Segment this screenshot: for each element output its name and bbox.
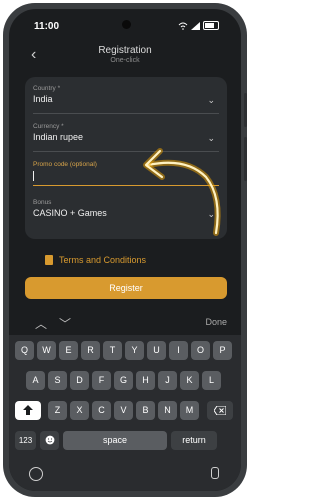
status-icons bbox=[178, 21, 219, 30]
wifi-icon bbox=[178, 22, 188, 30]
key[interactable]: U bbox=[147, 341, 166, 360]
done-button[interactable]: Done bbox=[205, 317, 227, 327]
page-subtitle: One-click bbox=[110, 57, 140, 64]
shift-key[interactable] bbox=[15, 401, 41, 420]
side-button bbox=[244, 137, 247, 181]
country-select[interactable]: Country * India ⌄ bbox=[33, 85, 219, 114]
currency-select[interactable]: Currency * Indian rupee ⌄ bbox=[33, 123, 219, 152]
key[interactable]: H bbox=[136, 371, 155, 390]
key[interactable]: K bbox=[180, 371, 199, 390]
page-title: Registration bbox=[98, 45, 152, 56]
currency-label: Currency * bbox=[33, 123, 64, 130]
chevron-down-icon: ⌄ bbox=[207, 133, 215, 143]
currency-value: Indian rupee bbox=[33, 132, 84, 142]
key[interactable]: Y bbox=[125, 341, 144, 360]
key[interactable]: E bbox=[59, 341, 78, 360]
key[interactable]: D bbox=[70, 371, 89, 390]
key[interactable]: C bbox=[92, 401, 111, 420]
key[interactable]: S bbox=[48, 371, 67, 390]
field-underline bbox=[33, 113, 219, 114]
register-button[interactable]: Register bbox=[25, 277, 227, 299]
country-label: Country * bbox=[33, 85, 61, 92]
chevron-down-icon: ⌄ bbox=[207, 95, 215, 105]
side-button bbox=[244, 93, 247, 127]
text-cursor bbox=[33, 171, 34, 181]
key[interactable]: P bbox=[213, 341, 232, 360]
signal-icon bbox=[191, 21, 200, 30]
key[interactable]: W bbox=[37, 341, 56, 360]
emoji-key[interactable] bbox=[40, 431, 59, 450]
document-icon bbox=[45, 255, 53, 265]
space-key[interactable]: space bbox=[63, 431, 167, 450]
key[interactable]: V bbox=[114, 401, 133, 420]
key[interactable]: X bbox=[70, 401, 89, 420]
backspace-icon bbox=[213, 405, 227, 416]
camera-punch-hole bbox=[122, 20, 131, 29]
mic-icon[interactable] bbox=[211, 467, 219, 479]
key[interactable]: M bbox=[180, 401, 199, 420]
key[interactable]: J bbox=[158, 371, 177, 390]
glowing-arrow bbox=[143, 148, 221, 236]
key[interactable]: I bbox=[169, 341, 188, 360]
screen: 11:00 ‹ Registration One-click Country *… bbox=[9, 9, 241, 491]
top-bar: ‹ Registration One-click bbox=[9, 39, 241, 73]
globe-icon[interactable] bbox=[29, 467, 43, 481]
keyboard: Q W E R T Y U I O P A S D F G H J K L Z … bbox=[9, 335, 241, 491]
status-bar: 11:00 bbox=[9, 9, 241, 35]
key[interactable]: A bbox=[26, 371, 45, 390]
keyboard-accessory-bar: ︿ ﹀ Done bbox=[9, 315, 241, 333]
key[interactable]: G bbox=[114, 371, 133, 390]
country-value: India bbox=[33, 94, 53, 104]
phone-frame: 11:00 ‹ Registration One-click Country *… bbox=[3, 3, 247, 497]
arrow-down-icon[interactable]: ﹀ bbox=[59, 315, 71, 332]
return-key[interactable]: return bbox=[171, 431, 217, 450]
key[interactable]: Z bbox=[48, 401, 67, 420]
key[interactable]: N bbox=[158, 401, 177, 420]
key[interactable]: F bbox=[92, 371, 111, 390]
backspace-key[interactable] bbox=[207, 401, 233, 420]
key[interactable]: Q bbox=[15, 341, 34, 360]
key[interactable]: O bbox=[191, 341, 210, 360]
terms-link[interactable]: Terms and Conditions bbox=[45, 255, 146, 265]
key[interactable]: T bbox=[103, 341, 122, 360]
key[interactable]: B bbox=[136, 401, 155, 420]
numbers-key[interactable]: 123 bbox=[15, 431, 36, 450]
key[interactable]: R bbox=[81, 341, 100, 360]
key[interactable]: L bbox=[202, 371, 221, 390]
terms-label: Terms and Conditions bbox=[59, 255, 147, 265]
status-time: 11:00 bbox=[34, 21, 60, 32]
arrow-up-icon[interactable]: ︿ bbox=[35, 315, 47, 332]
battery-icon bbox=[203, 21, 219, 30]
emoji-icon bbox=[45, 435, 54, 445]
keyboard-bottom-icons bbox=[9, 461, 241, 491]
shift-icon bbox=[23, 405, 33, 415]
